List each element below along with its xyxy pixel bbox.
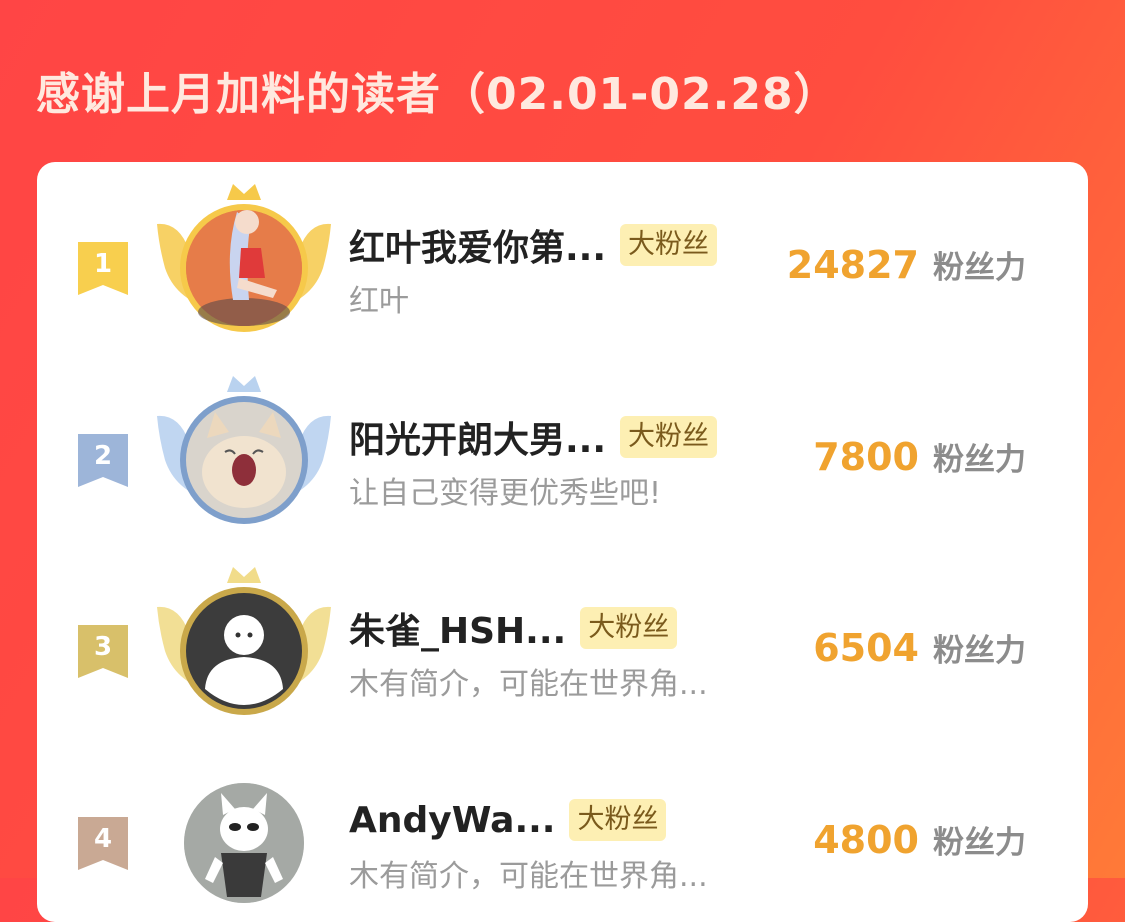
fan-level-badge: 大粉丝 <box>620 224 718 266</box>
list-item[interactable]: 4 AndyWa... 大粉丝 木有简介，可能在世界角... 4800 粉丝力 <box>37 747 1088 907</box>
fan-power-unit: 粉丝力 <box>933 633 1026 669</box>
reader-name[interactable]: AndyWa... <box>349 800 555 841</box>
fan-power-value: 7800 <box>813 435 919 479</box>
figure-photo-avatar-icon[interactable] <box>149 757 339 917</box>
reader-bio: 红叶 <box>349 284 409 319</box>
reader-name[interactable]: 阳光开朗大男... <box>349 411 606 463</box>
list-item[interactable]: 2 阳光开朗大男... 大粉丝 让自己变得更优秀些吧! 7800 粉丝力 <box>37 364 1088 524</box>
reader-name[interactable]: 朱雀_HSH... <box>349 602 566 654</box>
fan-power-unit: 粉丝力 <box>933 442 1026 478</box>
fan-level-badge: 大粉丝 <box>620 416 718 458</box>
anime-girl-avatar-icon[interactable] <box>149 182 339 342</box>
reader-name[interactable]: 红叶我爱你第... <box>349 219 606 271</box>
default-user-avatar-icon[interactable] <box>149 565 339 725</box>
page-title: 感谢上月加料的读者（02.01-02.28） <box>36 69 839 120</box>
reader-name-line: 阳光开朗大男... 大粉丝 <box>349 411 718 463</box>
rank-number: 3 <box>94 632 112 662</box>
rank-ribbon-badge: 4 <box>75 815 131 873</box>
reader-name-line: 朱雀_HSH... 大粉丝 <box>349 602 678 654</box>
reader-name-line: AndyWa... 大粉丝 <box>349 795 667 845</box>
list-item[interactable]: 1 红叶我爱你第... 大粉丝 红叶 24827 粉丝力 <box>37 172 1088 332</box>
fan-power-unit: 粉丝力 <box>933 250 1026 286</box>
reader-bio: 木有简介，可能在世界角... <box>349 859 708 894</box>
reader-bio: 木有简介，可能在世界角... <box>349 667 708 702</box>
fan-power-score: 24827 粉丝力 <box>787 242 1026 287</box>
fan-level-badge: 大粉丝 <box>580 607 678 649</box>
yawning-cat-avatar-icon[interactable] <box>149 374 339 534</box>
reader-name-line: 红叶我爱你第... 大粉丝 <box>349 219 718 271</box>
rank-ribbon-badge: 3 <box>75 623 131 681</box>
rank-ribbon-badge: 1 <box>75 240 131 298</box>
rank-ribbon-badge: 2 <box>75 432 131 490</box>
fan-power-unit: 粉丝力 <box>933 825 1026 861</box>
fan-power-value: 6504 <box>813 626 919 670</box>
fan-power-score: 6504 粉丝力 <box>813 625 1026 670</box>
rank-number: 1 <box>94 249 112 279</box>
reader-bio: 让自己变得更优秀些吧! <box>349 476 662 511</box>
rank-number: 2 <box>94 441 112 471</box>
fan-power-value: 24827 <box>786 243 919 287</box>
fan-power-score: 7800 粉丝力 <box>813 434 1026 479</box>
fan-power-score: 4800 粉丝力 <box>813 817 1026 862</box>
fan-level-badge: 大粉丝 <box>569 799 667 841</box>
list-item[interactable]: 3 朱雀_HSH... 大粉丝 木有简介，可能在世界角... 6504 粉丝力 <box>37 555 1088 715</box>
reader-ranking-list: 1 红叶我爱你第... 大粉丝 红叶 24827 粉丝力 2 阳光开朗大男...… <box>37 162 1088 922</box>
fan-power-value: 4800 <box>813 818 919 862</box>
rank-number: 4 <box>94 824 112 854</box>
